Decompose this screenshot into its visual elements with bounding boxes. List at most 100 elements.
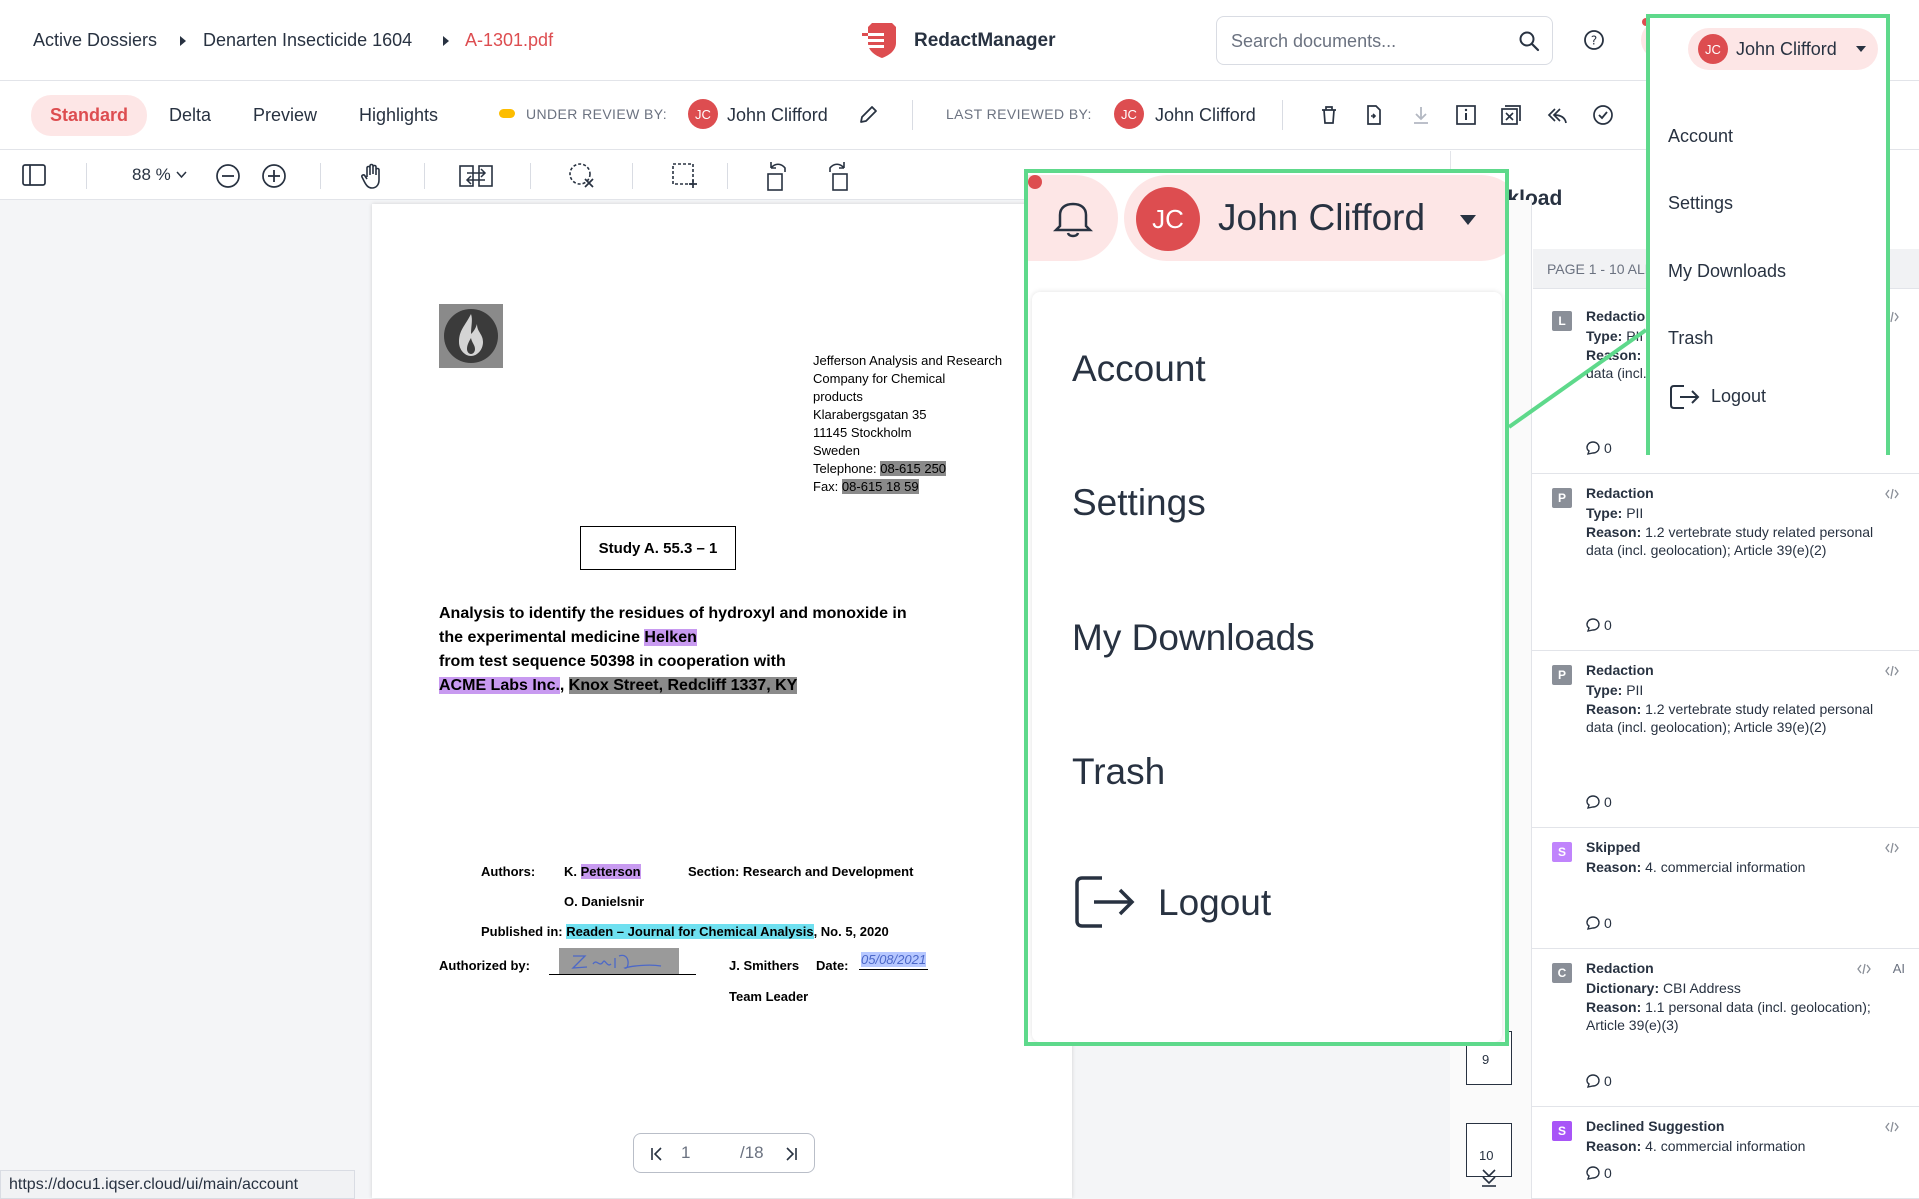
page-number-input[interactable]: 1 — [681, 1143, 690, 1163]
zoomed-user-menu: JC John Clifford Account Settings My Dow… — [1024, 169, 1509, 1046]
scroll-bottom-icon[interactable] — [1480, 1167, 1498, 1187]
first-page-icon[interactable] — [650, 1146, 664, 1162]
menu-item-logout[interactable]: Logout — [1072, 872, 1452, 936]
pdf-page[interactable]: Jefferson Analysis and Research Company … — [372, 204, 1072, 1198]
search-icon[interactable] — [1518, 30, 1540, 52]
breadcrumb-file[interactable]: A-1301.pdf — [465, 30, 553, 51]
breadcrumb-separator-icon — [180, 36, 186, 46]
zoom-level[interactable]: 88 % — [132, 165, 171, 185]
download-icon[interactable] — [1410, 104, 1432, 126]
exclude-pages-icon[interactable] — [1500, 104, 1522, 126]
undo-all-icon[interactable] — [1546, 104, 1568, 126]
page-navigation: 1 /18 — [633, 1133, 815, 1173]
annotation-card[interactable]: P Redaction Type: PII Reason: 1.2 vertebrat… — [1532, 474, 1919, 651]
menu-item-account[interactable]: Account — [1072, 348, 1206, 390]
comment-count[interactable]: 0 — [1586, 617, 1612, 633]
date-label: Date: — [816, 958, 849, 973]
breadcrumb-dossier[interactable]: Denarten Insecticide 1604 — [203, 30, 412, 51]
user-menu-dropdown: JC JC John Clifford Account Settings My … — [1646, 14, 1890, 456]
redacted-date[interactable]: 05/08/2021 — [861, 952, 927, 967]
annotation-title: Redaction — [1586, 662, 1654, 678]
last-page-icon[interactable] — [784, 1146, 798, 1162]
menu-item-my-downloads[interactable]: My Downloads — [1668, 261, 1786, 282]
redacted-author[interactable]: Petterson — [580, 864, 641, 879]
address-line: 11145 Stockholm — [813, 425, 912, 440]
redacted-medicine[interactable]: Helken — [644, 629, 697, 646]
avatar: JC — [1114, 99, 1144, 129]
tab-delta[interactable]: Delta — [150, 95, 230, 136]
menu-item-trash[interactable]: Trash — [1072, 751, 1165, 793]
annotation-card[interactable]: S Skipped Reason: 4. commercial informatio… — [1532, 828, 1919, 949]
delete-icon[interactable] — [1318, 104, 1340, 126]
top-bar: Active Dossiers Denarten Insecticide 160… — [0, 0, 1919, 81]
comment-count[interactable]: 0 — [1586, 440, 1612, 456]
annotation-action-icon[interactable] — [1885, 488, 1899, 500]
avatar: JC — [688, 99, 718, 129]
approve-icon[interactable] — [1592, 104, 1614, 126]
comment-icon — [1586, 618, 1600, 632]
user-menu-button[interactable]: JC John Clifford — [1124, 175, 1505, 261]
annotation-card[interactable]: P Redaction Type: PII Reason: 1.2 vertebrat… — [1532, 651, 1919, 828]
annotation-details: Type: PII Reason: 1.2 vertebrate study re… — [1586, 681, 1886, 737]
annotation-action-icon[interactable] — [1885, 842, 1899, 854]
zoom-out-icon[interactable] — [215, 163, 241, 189]
user-menu-button[interactable]: JC John Clifford — [1688, 28, 1878, 70]
address-line: Klarabergsgatan 35 — [813, 407, 927, 422]
redacted-company[interactable]: ACME Labs Inc. — [439, 677, 560, 694]
zoom-in-icon[interactable] — [261, 163, 287, 189]
compare-icon[interactable] — [459, 163, 493, 189]
info-icon[interactable] — [1455, 104, 1477, 126]
breadcrumb-active-dossiers[interactable]: Active Dossiers — [33, 30, 157, 51]
rotate-right-icon[interactable] — [824, 158, 852, 192]
menu-item-account[interactable]: Account — [1668, 126, 1733, 147]
chevron-down-icon[interactable] — [176, 171, 187, 179]
annotation-card[interactable]: S Declined Suggestion Reason: 4. commercia… — [1532, 1107, 1919, 1199]
published-line: Published in: Readen – Journal for Chemi… — [481, 924, 889, 939]
menu-item-logout[interactable]: Logout — [1668, 380, 1868, 414]
title-line: the experimental medicine Helken — [439, 629, 697, 646]
edit-pencil-icon[interactable] — [857, 104, 879, 126]
authorized-label: Authorized by: — [439, 958, 530, 973]
tab-highlights[interactable]: Highlights — [340, 95, 457, 136]
menu-item-my-downloads[interactable]: My Downloads — [1072, 617, 1315, 659]
tab-standard[interactable]: Standard — [31, 95, 148, 136]
title-line: ACME Labs Inc., Knox Street, Redcliff 13… — [439, 677, 798, 694]
search-box[interactable] — [1216, 16, 1553, 65]
annotation-card[interactable]: C Redaction Dictionary: CBI Address Reason:… — [1532, 949, 1919, 1107]
tab-preview[interactable]: Preview — [234, 95, 336, 136]
pan-hand-icon[interactable] — [360, 162, 386, 190]
highlighted-journal[interactable]: Readen – Journal for Chemical Analysis — [566, 924, 814, 939]
address-line: Sweden — [813, 443, 860, 458]
redacted-address[interactable]: Knox Street, Redcliff 1337, KY — [568, 677, 798, 694]
annotation-action-icon[interactable] — [1857, 963, 1871, 975]
rectangle-select-icon[interactable] — [671, 162, 699, 190]
redacted-fax[interactable]: 08-615 18 59 — [841, 479, 919, 494]
avatar: JC — [1136, 187, 1200, 251]
comment-count[interactable]: 0 — [1586, 794, 1612, 810]
annotation-title: Redaction — [1586, 308, 1654, 324]
area-redaction-icon[interactable] — [568, 162, 596, 190]
comment-count[interactable]: 0 — [1586, 915, 1612, 931]
redacted-signature[interactable] — [559, 948, 679, 974]
comment-icon — [1586, 1074, 1600, 1088]
annotation-action-icon[interactable] — [1885, 1121, 1899, 1133]
notifications-button[interactable] — [1028, 175, 1118, 261]
menu-item-settings[interactable]: Settings — [1072, 482, 1206, 524]
search-input[interactable] — [1231, 29, 1511, 53]
section-text: Section: Research and Development — [688, 864, 914, 879]
signer-name: J. Smithers — [729, 958, 800, 973]
annotation-type-badge: C — [1552, 963, 1572, 983]
last-reviewed-name: John Clifford — [1155, 105, 1256, 125]
annotation-action-icon[interactable] — [1885, 665, 1899, 677]
author-2: O. Danielsnir — [564, 894, 645, 909]
comment-count[interactable]: 0 — [1586, 1073, 1612, 1089]
redacted-telephone[interactable]: 08-615 250 — [880, 461, 947, 476]
menu-item-trash[interactable]: Trash — [1668, 328, 1713, 349]
reanalyse-file-icon[interactable] — [1363, 104, 1385, 126]
rotate-left-icon[interactable] — [763, 158, 791, 192]
toggle-sidebar-icon[interactable] — [22, 164, 46, 186]
help-icon[interactable]: ? — [1583, 29, 1605, 51]
address-line: Jefferson Analysis and Research — [813, 353, 1003, 368]
menu-item-settings[interactable]: Settings — [1668, 193, 1733, 214]
comment-count[interactable]: 0 — [1586, 1165, 1612, 1181]
